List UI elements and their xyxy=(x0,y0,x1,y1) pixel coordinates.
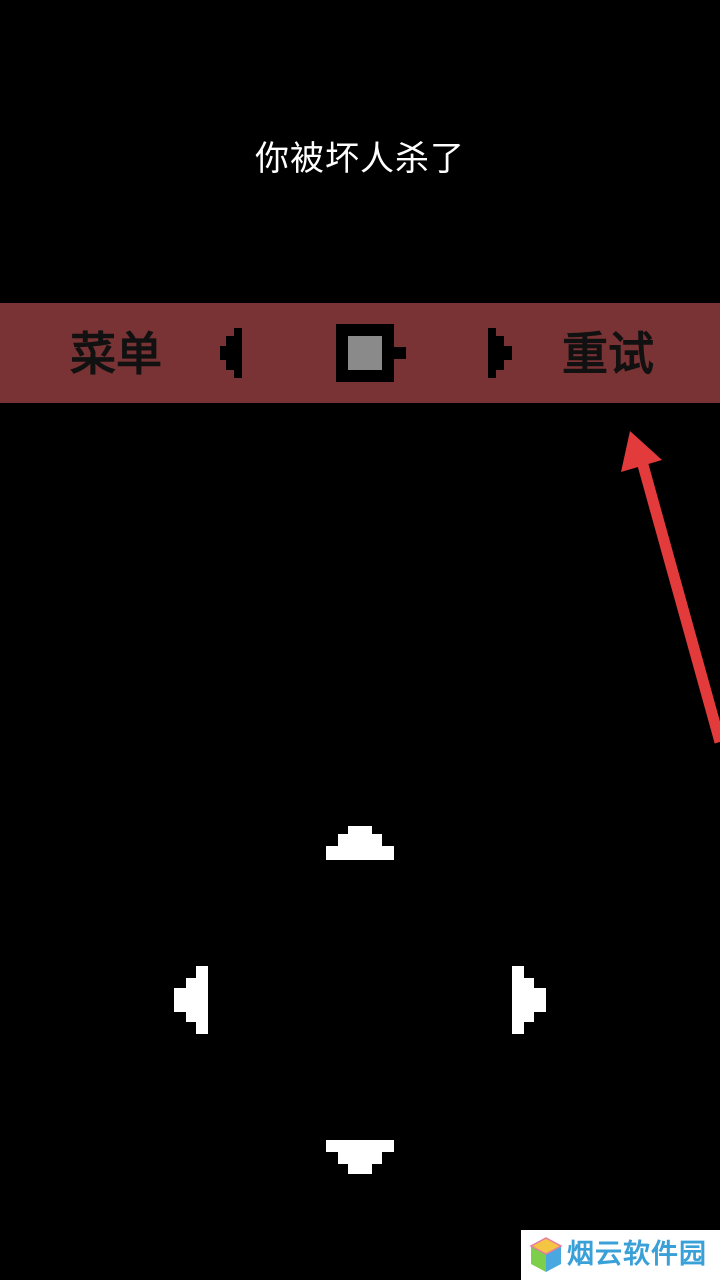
dpad-left-button[interactable] xyxy=(174,966,208,1038)
death-message: 你被坏人杀了 xyxy=(255,139,465,179)
menu-bar: 菜单 重试 xyxy=(0,303,720,403)
battery-icon[interactable] xyxy=(336,324,408,386)
dpad-down-button[interactable] xyxy=(326,1140,394,1178)
prev-arrow-icon[interactable] xyxy=(216,328,244,382)
dpad-right-button[interactable] xyxy=(512,966,546,1038)
annotation-arrow-icon xyxy=(600,420,720,754)
retry-button[interactable]: 重试 xyxy=(562,327,654,381)
next-arrow-icon[interactable] xyxy=(486,328,514,382)
cube-logo-icon xyxy=(529,1236,563,1278)
watermark-text: 烟云软件园 xyxy=(567,1239,707,1270)
watermark: 烟云软件园 xyxy=(521,1230,720,1280)
menu-button[interactable]: 菜单 xyxy=(70,327,162,381)
dpad-up-button[interactable] xyxy=(326,826,394,864)
